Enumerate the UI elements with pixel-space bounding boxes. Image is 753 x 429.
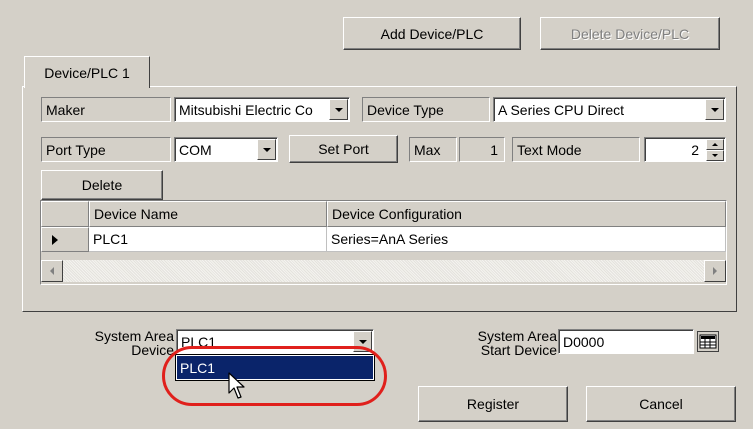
device-type-dropdown-arrow-icon[interactable] <box>705 99 724 120</box>
keypad-grid-icon <box>699 334 717 349</box>
mouse-cursor-icon <box>228 372 245 399</box>
column-header-device-name[interactable]: Device Name <box>89 201 327 227</box>
highlight-circle <box>162 346 387 406</box>
device-plc-dialog: Add Device/PLC Delete Device/PLC Device/… <box>0 0 753 429</box>
tab-device-plc-1[interactable]: Device/PLC 1 <box>24 56 150 88</box>
column-header-label: Device Configuration <box>332 206 462 222</box>
column-header-device-configuration[interactable]: Device Configuration <box>327 201 726 227</box>
maker-value: Mitsubishi Electric Co <box>179 101 313 118</box>
keypad-icon[interactable] <box>697 331 719 352</box>
configuration-value: Series=AnA Series <box>331 231 449 247</box>
set-port-label: Set Port <box>318 141 369 157</box>
current-row-icon <box>52 234 58 245</box>
system-area-start-label-line1: System Area <box>477 328 557 344</box>
delete-row-label: Delete <box>81 177 123 193</box>
delete-device-plc-button[interactable]: Delete Device/PLC <box>540 17 720 50</box>
horizontal-scrollbar[interactable] <box>41 260 726 282</box>
cancel-button[interactable]: Cancel <box>586 386 736 422</box>
grid-corner <box>41 201 89 227</box>
system-area-start-label-line2: Start Device <box>480 342 557 358</box>
cancel-label: Cancel <box>639 396 683 412</box>
text-mode-label: Text Mode <box>512 137 640 162</box>
register-label: Register <box>466 396 520 412</box>
set-port-button[interactable]: Set Port <box>289 135 398 163</box>
tab-label: Device/PLC 1 <box>44 64 130 81</box>
device-type-select[interactable]: A Series CPU Direct <box>493 97 726 122</box>
register-button[interactable]: Register <box>418 386 568 422</box>
system-area-start-device-value: D0000 <box>563 333 605 350</box>
maker-select[interactable]: Mitsubishi Electric Co <box>174 97 350 122</box>
table-row-configuration-cell[interactable]: Series=AnA Series <box>327 227 726 252</box>
spin-down-icon[interactable] <box>706 150 724 161</box>
system-area-device-label-line2: Device <box>131 342 174 358</box>
scroll-right-icon[interactable] <box>704 260 726 282</box>
system-area-device-label-line1: System Area <box>94 328 174 344</box>
table-row-device-name-cell[interactable]: PLC1 <box>89 227 327 252</box>
max-value: 1 <box>459 137 505 162</box>
device-type-label: Device Type <box>362 97 490 122</box>
device-type-value: A Series CPU Direct <box>498 101 625 118</box>
device-name-value: PLC1 <box>93 231 129 247</box>
column-header-label: Device Name <box>94 206 179 222</box>
add-device-plc-button[interactable]: Add Device/PLC <box>343 17 521 50</box>
row-header[interactable] <box>41 227 89 252</box>
delete-row-button[interactable]: Delete <box>41 170 163 200</box>
port-type-dropdown-arrow-icon[interactable] <box>257 139 276 160</box>
add-device-plc-label: Add Device/PLC <box>380 25 484 42</box>
port-type-label: Port Type <box>41 137 171 162</box>
text-mode-value: 2 <box>691 141 699 158</box>
port-type-value: COM <box>179 141 212 158</box>
delete-device-plc-label: Delete Device/PLC <box>570 25 690 42</box>
max-label: Max <box>409 137 457 162</box>
system-area-start-device-input[interactable]: D0000 <box>558 329 694 354</box>
maker-label: Maker <box>41 97 171 122</box>
maker-dropdown-arrow-icon[interactable] <box>329 99 348 120</box>
spin-up-icon[interactable] <box>706 139 724 150</box>
scroll-left-icon[interactable] <box>41 260 63 282</box>
